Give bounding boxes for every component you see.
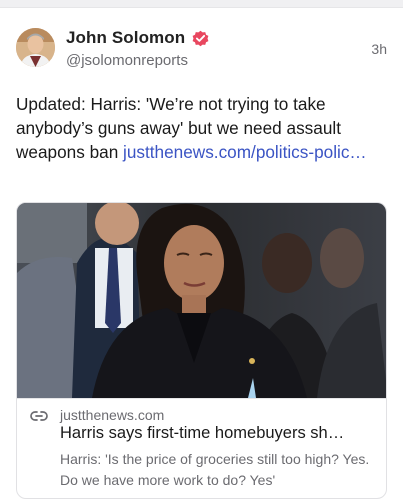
post-body: Updated: Harris: 'We’re not trying to ta…: [16, 92, 386, 164]
link-preview-card[interactable]: justthenews.com Harris says first-time h…: [16, 202, 387, 499]
author-name-row: John Solomon: [66, 28, 210, 48]
preview-image[interactable]: [17, 203, 386, 398]
preview-meta: justthenews.com Harris says first-time h…: [17, 398, 386, 498]
preview-domain: justthenews.com: [60, 407, 165, 423]
post-header: John Solomon @jsolomonreports 3h: [16, 28, 387, 70]
avatar[interactable]: [16, 28, 55, 67]
verified-badge-icon: [191, 29, 210, 48]
post-card[interactable]: John Solomon @jsolomonreports 3h Updated…: [0, 7, 403, 500]
post-timestamp[interactable]: 3h: [371, 41, 387, 57]
author-handle[interactable]: @jsolomonreports: [66, 52, 188, 69]
link-icon: [30, 409, 48, 423]
preview-description: Harris: 'Is the price of groceries still…: [60, 451, 370, 488]
preview-title[interactable]: Harris says first-time homebuyers sh…: [60, 424, 380, 443]
author-name[interactable]: John Solomon: [66, 28, 185, 48]
post-link[interactable]: justthenews.com/politics-polic…: [123, 142, 367, 162]
